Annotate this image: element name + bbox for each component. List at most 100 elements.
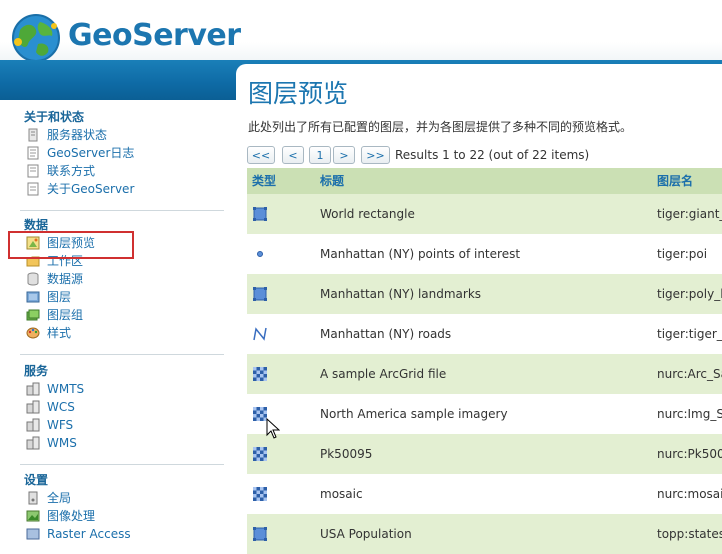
raster-icon — [253, 367, 267, 381]
polygon-icon — [253, 287, 267, 301]
table-row[interactable]: mosaic nurc:mosaic — [247, 474, 722, 514]
layer-title: World rectangle — [320, 207, 415, 221]
table-row[interactable]: Manhattan (NY) points of interest tiger:… — [247, 234, 722, 274]
sidebar-item-label: WMS — [47, 436, 77, 450]
prev-page-button[interactable]: < — [282, 146, 304, 164]
sidebar-section-settings: 设置 全局 图像处理 Raster Access — [20, 471, 224, 543]
sidebar-item-stores[interactable]: 数据源 — [20, 270, 224, 288]
sidebar-item-label: 关于GeoServer — [47, 182, 135, 196]
contact-card-icon — [27, 164, 39, 178]
column-header-type[interactable]: 类型 — [252, 168, 276, 194]
sidebar: 关于和状态 服务器状态 GeoServer日志 联系方式 关于GeoServer… — [0, 100, 236, 541]
sidebar-item-label: Raster Access — [47, 527, 131, 541]
point-icon — [257, 251, 263, 257]
type-cell — [247, 434, 307, 474]
raster-icon — [253, 447, 267, 461]
column-header-name[interactable]: 图层名 — [657, 168, 693, 194]
pagination-info: Results 1 to 22 (out of 22 items) — [395, 148, 590, 162]
first-page-button[interactable]: << — [247, 146, 275, 164]
settings-server-icon — [28, 491, 38, 505]
page-description: 此处列出了所有已配置的图层，并为各图层提供了多种不同的预览格式。 — [248, 120, 633, 134]
layer-title: Manhattan (NY) points of interest — [320, 247, 521, 261]
geoserver-globe-icon — [12, 14, 60, 62]
table-header: 类型 标题 图层名 — [247, 168, 722, 194]
sidebar-item-wcs[interactable]: WCS — [20, 398, 224, 416]
layer-name: tiger:poly_landmarks — [657, 287, 722, 301]
palette-icon — [26, 327, 40, 339]
sidebar-item-image-processing[interactable]: 图像处理 — [20, 507, 224, 525]
page-1-button[interactable]: 1 — [309, 146, 331, 164]
layer-name: tiger:tiger_roads — [657, 327, 722, 341]
table-row[interactable]: North America sample imagery nurc:Img_Sa… — [247, 394, 722, 434]
table-row[interactable]: Pk50095 nurc:Pk50095 — [247, 434, 722, 474]
sidebar-item-label: WMTS — [47, 382, 85, 396]
app-header: GeoServer — [0, 0, 722, 62]
service-server-icon — [26, 418, 40, 432]
sidebar-item-wms[interactable]: WMS — [20, 434, 224, 452]
layer-title: North America sample imagery — [320, 407, 508, 421]
table-row[interactable]: A sample ArcGrid file nurc:Arc_Sample — [247, 354, 722, 394]
sidebar-section-about: 关于和状态 服务器状态 GeoServer日志 联系方式 关于GeoServer — [20, 108, 224, 198]
polygon-icon — [253, 207, 267, 221]
sidebar-item-label: 全局 — [47, 491, 72, 505]
layer-title: Manhattan (NY) landmarks — [320, 287, 482, 301]
sidebar-item-geoserver-log[interactable]: GeoServer日志 — [20, 144, 224, 162]
sidebar-item-label: 图层 — [47, 290, 72, 304]
layer-icon — [26, 291, 40, 303]
layer-name: nurc:Pk50095 — [657, 447, 722, 461]
sidebar-item-label: 图层组 — [47, 308, 84, 322]
sidebar-item-layers[interactable]: 图层 — [20, 288, 224, 306]
image-processing-icon — [26, 510, 40, 522]
layer-name: tiger:giant_polygon — [657, 207, 722, 221]
sidebar-item-server-status[interactable]: 服务器状态 — [20, 126, 224, 144]
sidebar-item-wfs[interactable]: WFS — [20, 416, 224, 434]
sidebar-item-contact[interactable]: 联系方式 — [20, 162, 224, 180]
sidebar-item-styles[interactable]: 样式 — [20, 324, 224, 342]
raster-access-icon — [26, 528, 40, 540]
type-cell — [247, 354, 307, 394]
layer-title: USA Population — [320, 527, 412, 541]
table-row[interactable]: USA Population topp:states — [247, 514, 722, 554]
service-server-icon — [26, 436, 40, 450]
layer-name: nurc:Img_Sample — [657, 407, 722, 421]
sidebar-item-layer-groups[interactable]: 图层组 — [20, 306, 224, 324]
sidebar-item-global[interactable]: 全局 — [20, 489, 224, 507]
raster-icon — [253, 487, 267, 501]
next-page-button[interactable]: > — [333, 146, 355, 164]
column-header-title[interactable]: 标题 — [320, 168, 344, 194]
database-icon — [27, 272, 39, 286]
sidebar-item-label: WCS — [47, 400, 75, 414]
log-file-icon — [27, 146, 39, 160]
type-cell — [247, 274, 307, 314]
last-page-button[interactable]: >> — [361, 146, 390, 164]
type-cell — [247, 514, 307, 554]
sidebar-divider — [20, 354, 224, 355]
sidebar-item-label: WFS — [47, 418, 74, 432]
server-status-icon — [28, 128, 38, 142]
mouse-cursor-icon — [266, 418, 280, 439]
sidebar-item-label: GeoServer日志 — [47, 146, 135, 160]
selected-item-highlight — [8, 231, 134, 259]
layer-name: tiger:poi — [657, 247, 708, 261]
layer-title: Pk50095 — [320, 447, 373, 461]
table-row[interactable]: World rectangle tiger:giant_polygon — [247, 194, 722, 234]
sidebar-item-about-geoserver[interactable]: 关于GeoServer — [20, 180, 224, 198]
service-server-icon — [26, 400, 40, 414]
sidebar-item-label: 图像处理 — [47, 509, 96, 523]
type-cell — [247, 474, 307, 514]
about-page-icon — [27, 182, 39, 196]
page-title: 图层预览 — [248, 79, 349, 108]
sidebar-section-title: 设置 — [24, 473, 49, 487]
sidebar-item-wmts[interactable]: WMTS — [20, 380, 224, 398]
sidebar-item-label: 样式 — [47, 326, 72, 340]
sidebar-item-raster-access[interactable]: Raster Access — [20, 525, 224, 543]
layer-name: nurc:mosaic — [657, 487, 722, 501]
service-server-icon — [26, 382, 40, 396]
layer-table: 类型 标题 图层名 World rectangle tiger:giant_po… — [247, 168, 722, 554]
type-cell — [247, 314, 307, 354]
table-row[interactable]: Manhattan (NY) roads tiger:tiger_roads — [247, 314, 722, 354]
table-row[interactable]: Manhattan (NY) landmarks tiger:poly_land… — [247, 274, 722, 314]
layer-name: nurc:Arc_Sample — [657, 367, 722, 381]
sidebar-item-label: 联系方式 — [47, 164, 96, 178]
layer-name: topp:states — [657, 527, 722, 541]
